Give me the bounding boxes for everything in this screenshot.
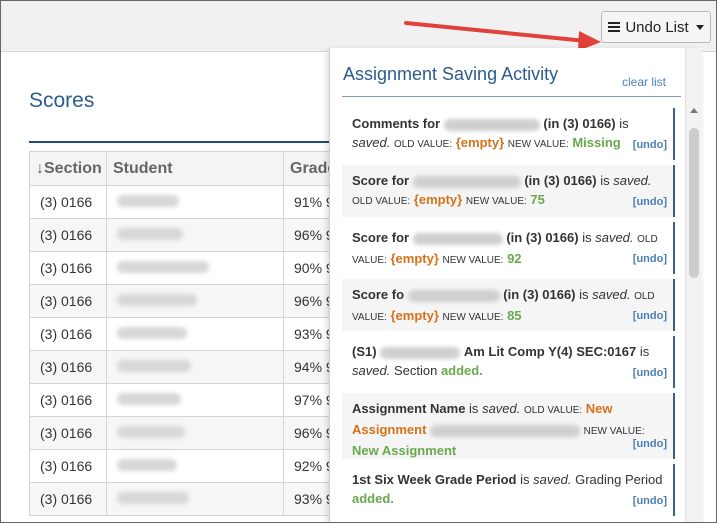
redacted-name	[412, 175, 521, 188]
section-cell: (3) 0166	[29, 218, 107, 252]
app-window: Undo List Scores ↓Section Student Grade …	[0, 0, 717, 523]
section-cell: (3) 0166	[29, 317, 107, 351]
table-row[interactable]: (3) 0166 93% 93	[29, 482, 351, 516]
panel-divider	[342, 96, 681, 97]
table-row[interactable]: (3) 0166 92% 92	[29, 449, 351, 483]
table-row[interactable]: (3) 0166 91% 91	[29, 185, 351, 219]
table-row[interactable]: (3) 0166 94% 94	[29, 350, 351, 384]
panel-title: Assignment Saving Activity	[343, 64, 559, 84]
activity-entry: (S1) Am Lit Comp Y(4) SEC:0167 is saved.…	[342, 336, 675, 388]
redacted-name	[412, 232, 503, 245]
title-divider	[29, 141, 349, 143]
table-header-row: ↓Section Student Grade	[29, 151, 351, 186]
activity-entry: Score for (in (3) 0166) is saved. OLD VA…	[342, 222, 675, 274]
activity-entry: 1st Six Week Grade Period is saved. Grad…	[342, 464, 675, 516]
section-cell: (3) 0166	[29, 449, 107, 483]
student-cell	[106, 284, 284, 318]
section-cell: (3) 0166	[29, 482, 107, 516]
section-cell: (3) 0166	[29, 416, 107, 450]
activity-entry: Score for (in (3) 0166) is saved. OLD VA…	[342, 165, 675, 217]
redacted-name	[443, 118, 540, 131]
student-cell	[106, 416, 284, 450]
scroll-up-icon[interactable]	[690, 108, 698, 113]
redacted-name	[380, 346, 461, 359]
undo-link[interactable]: [undo]	[633, 136, 667, 155]
student-cell	[106, 383, 284, 417]
table-row[interactable]: (3) 0166 90% 90	[29, 251, 351, 285]
column-header-student[interactable]: Student	[106, 151, 284, 186]
section-cell: (3) 0166	[29, 383, 107, 417]
student-cell	[106, 482, 284, 516]
section-cell: (3) 0166	[29, 350, 107, 384]
redacted-name	[430, 424, 581, 437]
activity-entry: Comments for (in (3) 0166) is saved. OLD…	[342, 108, 675, 160]
panel-scrollbar[interactable]	[685, 48, 702, 522]
undo-link[interactable]: [undo]	[633, 193, 667, 212]
activity-entry: Assignment Name is saved. OLD VALUE: New…	[342, 393, 675, 459]
table-row[interactable]: (3) 0166 93% 93	[29, 317, 351, 351]
section-cell: (3) 0166	[29, 284, 107, 318]
clear-list-link[interactable]: clear list	[622, 75, 666, 89]
section-cell: (3) 0166	[29, 185, 107, 219]
undo-link[interactable]: [undo]	[633, 364, 667, 383]
scrollbar-thumb[interactable]	[689, 128, 699, 278]
scores-table: ↓Section Student Grade (3) 0166 91% 91 (3…	[29, 151, 351, 516]
student-cell	[106, 449, 284, 483]
student-cell	[106, 185, 284, 219]
undo-link[interactable]: [undo]	[633, 250, 667, 269]
table-row[interactable]: (3) 0166 96% 96	[29, 218, 351, 252]
undo-link[interactable]: [undo]	[633, 435, 667, 454]
table-row[interactable]: (3) 0166 97% 97	[29, 383, 351, 417]
undo-link[interactable]: [undo]	[633, 492, 667, 511]
table-row[interactable]: (3) 0166 96% 96	[29, 416, 351, 450]
redacted-name	[407, 289, 500, 302]
undo-link[interactable]: [undo]	[633, 307, 667, 326]
student-cell	[106, 350, 284, 384]
activity-entry: Score fo (in (3) 0166) is saved. OLD VAL…	[342, 279, 675, 331]
table-row[interactable]: (3) 0166 96% 96	[29, 284, 351, 318]
page-title: Scores	[29, 89, 95, 112]
student-cell	[106, 218, 284, 252]
section-cell: (3) 0166	[29, 251, 107, 285]
column-header-section[interactable]: ↓Section	[29, 151, 107, 186]
undo-list-dropdown: Assignment Saving Activity clear list Co…	[329, 48, 702, 522]
student-cell	[106, 317, 284, 351]
student-cell	[106, 251, 284, 285]
